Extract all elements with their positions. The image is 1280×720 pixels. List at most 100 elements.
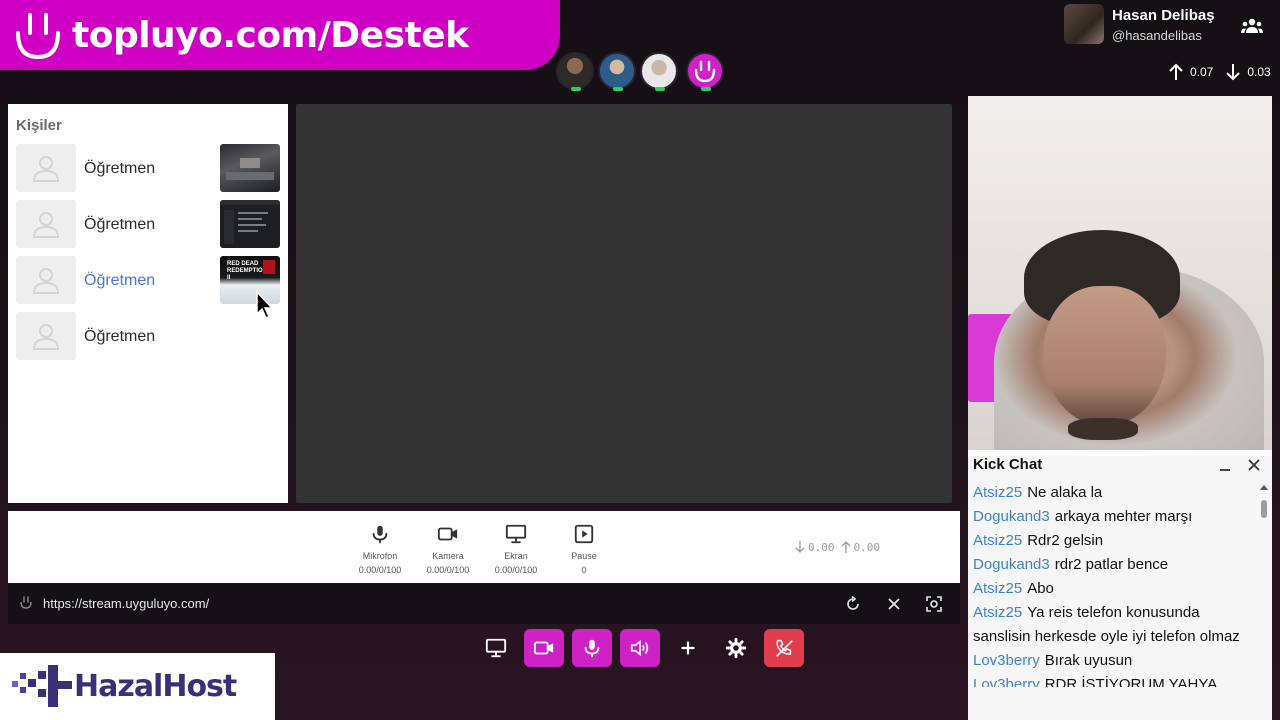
hang-up-button[interactable]: [764, 629, 804, 667]
contact-item[interactable]: Öğretmen RED DEAD REDEMPTION II: [16, 256, 280, 304]
participant-avatar[interactable]: [640, 52, 678, 91]
monitor-icon: [485, 638, 507, 658]
pause-value: 0: [581, 565, 587, 575]
media-rate-up: 0.00: [853, 540, 881, 554]
minimize-icon[interactable]: [1218, 458, 1232, 472]
chat-message: Atsiz25 Ne alaka la: [973, 481, 1257, 505]
user-placeholder-icon: [16, 144, 76, 192]
chat-message: Dogukand3 rdr2 patlar bence: [973, 553, 1257, 577]
microphone-button[interactable]: [572, 629, 612, 667]
contact-item[interactable]: Öğretmen: [16, 144, 280, 192]
contact-name: Öğretmen: [84, 328, 156, 345]
chat-username[interactable]: Atsiz25: [973, 484, 1022, 501]
camera-icon: [437, 527, 458, 541]
chat-text: Bırak uyusun: [1044, 652, 1133, 669]
microphone-stat[interactable]: Mikrofon 0.00/0/100: [348, 523, 412, 575]
scroll-up-icon[interactable]: [1260, 484, 1268, 492]
chat-title: Kick Chat: [973, 456, 1043, 473]
pause-stat[interactable]: Pause 0: [552, 523, 616, 575]
hazalhost-logo: HazalHost: [0, 653, 275, 720]
participant-avatar[interactable]: [556, 52, 594, 91]
chat-text: Rdr2 gelsin: [1027, 532, 1104, 549]
smiley-logo-icon: [16, 13, 60, 60]
download-rate: 0.03: [1247, 65, 1271, 79]
chat-message: Lov3berry RDR İSTİYORUM YAHYA: [973, 673, 1257, 687]
contact-item[interactable]: Öğretmen: [16, 312, 280, 360]
arrow-up-icon: [1169, 63, 1183, 80]
topluyo-banner: topluyo.com/Destek: [0, 0, 560, 70]
user-placeholder-icon: [16, 200, 76, 248]
chat-username[interactable]: Atsiz25: [973, 532, 1022, 549]
user-placeholder-icon: [16, 312, 76, 360]
users-icon[interactable]: [1240, 14, 1264, 38]
chat-text: Ne alaka la: [1027, 484, 1103, 501]
close-icon[interactable]: [885, 595, 903, 613]
hazalhost-mark-icon: [12, 664, 72, 707]
chat-message: Lov3berry Bırak uyusun: [973, 649, 1257, 673]
screen-stat[interactable]: Ekran 0.00/0/100: [484, 523, 548, 575]
speaker-icon: [630, 639, 649, 657]
chat-username[interactable]: Lov3berry: [973, 676, 1040, 687]
pause-label: Pause: [571, 551, 597, 561]
contact-stream-thumbnail[interactable]: [220, 144, 280, 192]
screen-share-button[interactable]: [476, 629, 516, 667]
participant-avatar[interactable]: [686, 52, 724, 91]
user-placeholder-icon: [16, 256, 76, 304]
screen-label: Ekran: [504, 551, 528, 561]
arrow-down-icon: [1226, 64, 1241, 81]
main-stream-view[interactable]: [296, 104, 952, 503]
stream-url[interactable]: https://stream.uyguluyo.com/: [43, 596, 209, 611]
chat-message: Atsiz25 Rdr2 gelsin: [973, 529, 1257, 553]
microphone-icon: [584, 639, 600, 658]
phone-off-icon: [776, 639, 793, 657]
monitor-icon: [505, 524, 527, 544]
speaker-button[interactable]: [620, 629, 660, 667]
chat-username[interactable]: Atsiz25: [973, 604, 1022, 621]
chat-username[interactable]: Atsiz25: [973, 580, 1022, 597]
profile-name: Hasan Delibaş: [1112, 7, 1215, 24]
microphone-value: 0.00/0/100: [358, 565, 402, 575]
microphone-icon: [372, 525, 388, 544]
chat-username[interactable]: Dogukand3: [973, 508, 1050, 525]
camera-value: 0.00/0/100: [426, 565, 470, 575]
add-button[interactable]: [668, 629, 708, 667]
camera-button[interactable]: [524, 629, 564, 667]
settings-button[interactable]: [716, 629, 756, 667]
contacts-title: Kişiler: [16, 117, 62, 134]
contact-stream-thumbnail[interactable]: [220, 200, 280, 248]
smiley-logo-icon: [20, 596, 32, 609]
chat-username[interactable]: Dogukand3: [973, 556, 1050, 573]
brand-name: HazalHost: [74, 669, 237, 704]
refresh-icon[interactable]: [844, 595, 862, 613]
arrow-up-icon: [841, 541, 850, 553]
chat-text: Abo: [1027, 580, 1054, 597]
media-rate: 0.00 0.00: [794, 540, 880, 554]
camera-stat[interactable]: Kamera 0.00/0/100: [416, 523, 480, 575]
chat-username[interactable]: Lov3berry: [973, 652, 1040, 669]
banner-url: topluyo.com/Destek: [72, 14, 469, 56]
chat-text: arkaya mehter marşı: [1054, 508, 1193, 525]
chat-text: RDR İSTİYORUM YAHYA: [1044, 676, 1218, 687]
contact-name: Öğretmen: [84, 216, 156, 233]
participant-avatar[interactable]: [598, 52, 636, 91]
profile-handle: @hasandelibas: [1112, 28, 1202, 43]
contact-name: Öğretmen: [84, 160, 156, 177]
profile-avatar[interactable]: [1064, 4, 1104, 44]
gear-icon: [725, 637, 747, 659]
contact-name: Öğretmen: [84, 272, 156, 289]
screenshot-icon[interactable]: [925, 595, 943, 613]
play-box-icon: [574, 524, 594, 544]
chat-scrollbar[interactable]: [1259, 485, 1269, 710]
chat-message: Atsiz25 Abo: [973, 577, 1257, 601]
mouse-cursor-icon: [256, 290, 274, 320]
close-icon[interactable]: [1246, 457, 1262, 473]
plus-icon: [681, 641, 695, 655]
contacts-panel: Kişiler Öğretmen Öğretmen Öğretmen RED D…: [8, 104, 288, 503]
microphone-label: Mikrofon: [362, 551, 398, 561]
game-title-text: RED DEAD REDEMPTION II: [227, 261, 268, 281]
camera-label: Kamera: [432, 551, 464, 561]
screen-value: 0.00/0/100: [494, 565, 538, 575]
chat-message-list: Atsiz25 Ne alaka la Dogukand3 arkaya mehte…: [973, 481, 1257, 687]
contact-item[interactable]: Öğretmen: [16, 200, 280, 248]
url-bar: https://stream.uyguluyo.com/: [8, 584, 960, 624]
